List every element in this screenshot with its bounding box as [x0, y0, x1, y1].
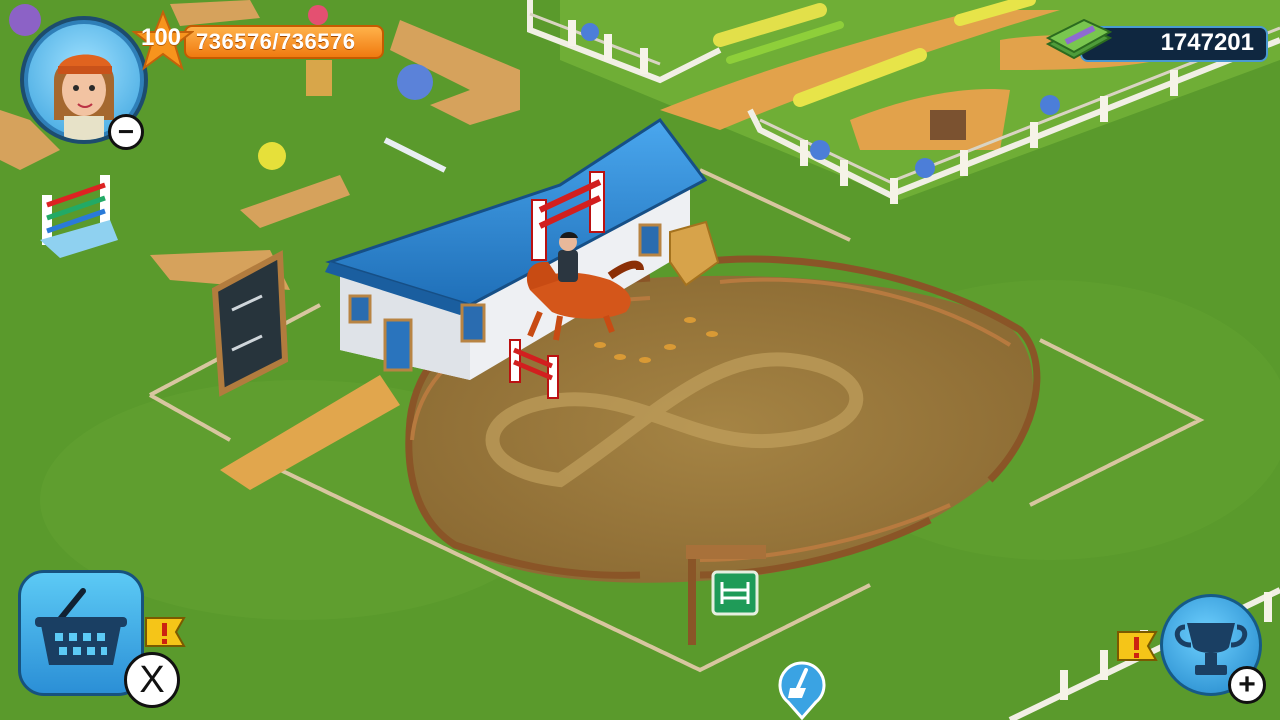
- minus-icon: −: [117, 116, 135, 147]
- xp-value: 736576/736576: [196, 29, 356, 54]
- plus-icon: +: [1238, 668, 1256, 701]
- clean-arena-button[interactable]: [774, 658, 830, 720]
- close-button[interactable]: X: [124, 652, 180, 708]
- cash-stack-icon: [1045, 18, 1113, 60]
- expand-button[interactable]: +: [1228, 666, 1266, 704]
- alert-flag-icon: [145, 617, 186, 647]
- money-value: 1747201: [1160, 29, 1254, 56]
- player-level: 100: [140, 24, 182, 51]
- collapse-button[interactable]: −: [108, 114, 144, 150]
- basket-icon: [35, 588, 127, 665]
- game-scene: [0, 0, 1280, 720]
- close-icon: X: [139, 659, 165, 701]
- alert-flag-icon: [1117, 631, 1158, 661]
